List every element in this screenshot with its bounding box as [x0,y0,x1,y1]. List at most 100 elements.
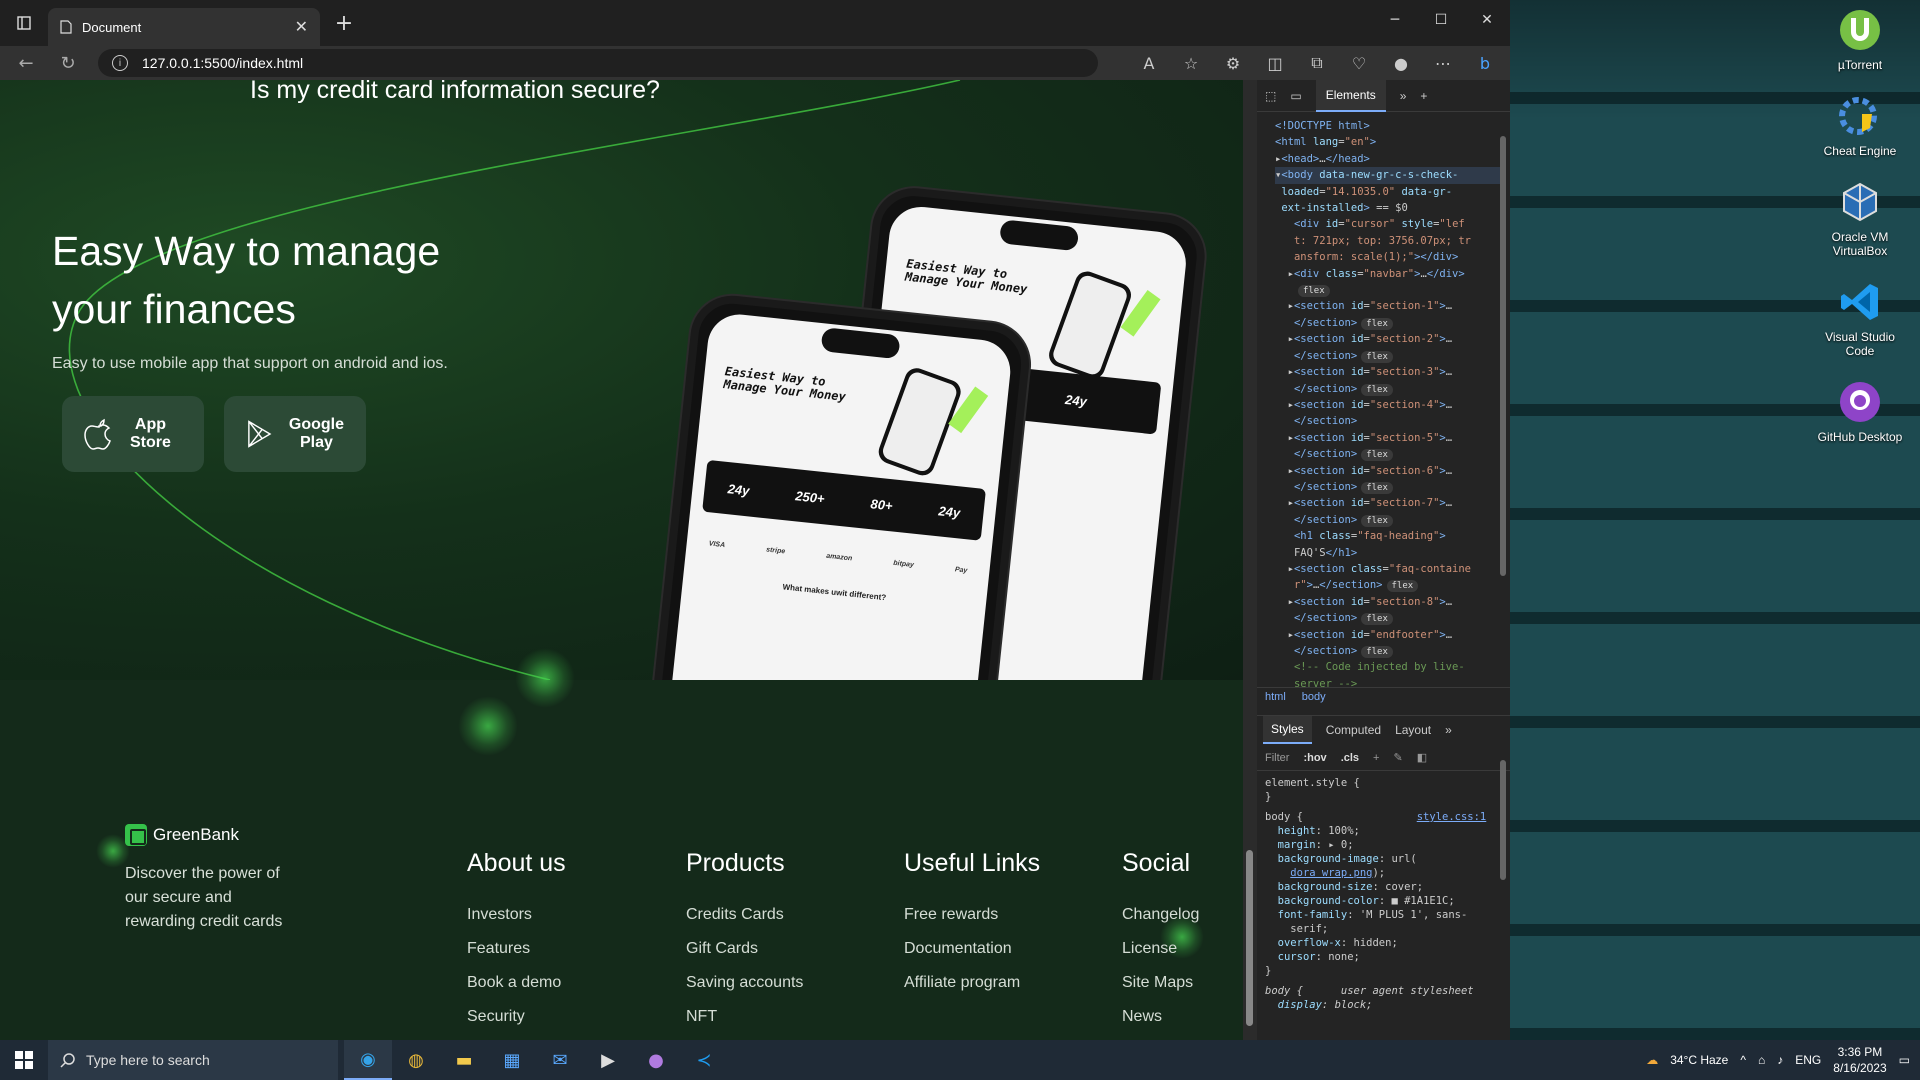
tab-elements[interactable]: Elements [1315,80,1386,112]
extensions-icon[interactable]: ⚙ [1222,54,1244,73]
dom-node[interactable]: ▸<section id="section-3">… [1275,364,1504,380]
taskbar-github-desktop[interactable]: ● [632,1040,680,1080]
styles-filter-input[interactable]: Filter [1265,752,1289,764]
dom-node[interactable]: <!-- Code injected by live- [1275,659,1504,675]
back-icon[interactable]: ← [14,53,38,74]
more-subtabs-icon[interactable]: » [1445,723,1452,737]
dom-node[interactable]: ▸<section id="section-2">… [1275,331,1504,347]
split-screen-icon[interactable]: ◫ [1264,54,1286,73]
taskbar-search[interactable]: Type here to search [48,1040,338,1080]
css-declaration[interactable]: background-size: cover; [1265,880,1505,894]
site-info-icon[interactable]: i [112,55,128,71]
dom-node[interactable]: ▸<section id="section-1">… [1275,298,1504,314]
tray-chevron-icon[interactable]: ^ [1740,1053,1746,1067]
footer-brand[interactable]: GreenBank [125,824,239,846]
minimize-icon[interactable]: ─ [1372,0,1418,40]
taskbar-chrome[interactable]: ◍ [392,1040,440,1080]
css-rule[interactable]: element.style { [1265,776,1505,790]
flex-badge[interactable]: flex [1361,646,1393,658]
desktop-icon-cheat-engine[interactable]: Cheat Engine [1814,92,1906,158]
footer-link[interactable]: Gift Cards [686,937,856,961]
dom-node[interactable]: ▸<section id="section-5">… [1275,430,1504,446]
footer-link[interactable]: News [1122,1005,1232,1029]
footer-link[interactable]: Documentation [904,937,1044,961]
new-rule-icon[interactable]: + [1373,752,1379,764]
paint-icon[interactable]: ✎ [1393,751,1402,764]
taskbar-store[interactable]: ▦ [488,1040,536,1080]
flex-badge[interactable]: flex [1386,580,1419,593]
dom-node[interactable]: <h1 class="faq-heading"> [1275,528,1504,544]
weather-icon[interactable]: ☁ [1646,1053,1658,1067]
flex-badge[interactable]: flex [1361,514,1393,527]
favorite-star-icon[interactable]: ☆ [1180,54,1202,73]
google-play-button[interactable]: Google Play [224,396,366,472]
hov-toggle[interactable]: :hov [1303,752,1326,764]
flex-badge[interactable]: flex [1361,383,1393,396]
footer-link[interactable]: Features [467,937,627,961]
css-declaration[interactable]: overflow-x: hidden; [1265,936,1505,950]
footer-link[interactable]: Affiliate program [904,971,1044,995]
css-declaration[interactable]: display: block; [1265,998,1505,1012]
breadcrumb-item[interactable]: body [1302,691,1326,704]
dom-node[interactable]: <!DOCTYPE html> [1275,118,1504,134]
footer-link[interactable]: Investors [467,903,627,927]
language-indicator[interactable]: ENG [1795,1053,1821,1067]
css-rule[interactable]: body { user agent stylesheet [1265,984,1505,998]
stylesheet-link[interactable]: style.css:1 [1417,811,1487,823]
css-rule[interactable]: body { style.css:1 [1265,810,1505,824]
tab-layout[interactable]: Layout [1395,723,1431,737]
weather-text[interactable]: 34°C Haze [1670,1053,1728,1067]
footer-link[interactable]: Free rewards [904,903,1044,927]
page-scrollbar-thumb[interactable] [1246,850,1253,1026]
css-declaration[interactable]: height: 100%; [1265,824,1505,838]
collections-icon[interactable]: ⧉ [1306,53,1328,73]
footer-link[interactable]: License [1122,937,1232,961]
footer-link[interactable]: Security [467,1005,627,1029]
network-icon[interactable]: ⌂ [1758,1053,1765,1067]
inspect-icon[interactable]: ⬚ [1265,89,1276,103]
browser-tab[interactable]: Document ✕ [48,8,320,46]
styles-scrollbar-thumb[interactable] [1500,760,1506,880]
dom-node[interactable]: ▸<section id="endfooter">… [1275,627,1504,643]
dom-scrollbar-thumb[interactable] [1500,136,1506,576]
flex-badge[interactable]: flex [1361,350,1393,363]
flex-badge[interactable]: flex [1297,285,1330,298]
dom-node[interactable]: <div id="cursor" style="lef [1275,216,1504,232]
tab-actions-button[interactable] [0,0,48,46]
taskbar-file-explorer[interactable]: ▬ [440,1040,488,1080]
dom-node[interactable]: ▸<section id="section-6">… [1275,463,1504,479]
address-bar[interactable]: i 127.0.0.1:5500/index.html [98,49,1098,77]
start-button[interactable] [0,1040,48,1080]
more-tabs-icon[interactable]: » [1400,89,1407,103]
css-declaration[interactable]: background-image: url( [1265,852,1505,866]
flex-badge[interactable]: flex [1361,317,1393,330]
tab-computed[interactable]: Computed [1326,723,1381,737]
flex-badge[interactable]: flex [1361,449,1393,462]
desktop-icon-github-desktop[interactable]: GitHub Desktop [1814,378,1906,444]
desktop-icon-utorrent[interactable]: µTorrent [1814,6,1906,72]
flex-badge[interactable]: flex [1361,613,1393,626]
tab-close-icon[interactable]: ✕ [295,17,308,37]
css-declaration[interactable]: font-family: 'M PLUS 1', sans- [1265,908,1505,922]
performance-icon[interactable]: ♡ [1348,54,1370,73]
breadcrumb-item[interactable]: html [1265,691,1286,704]
add-tab-icon[interactable]: + [1420,89,1427,103]
footer-link[interactable]: NFT [686,1005,856,1029]
volume-icon[interactable]: ♪ [1777,1053,1783,1067]
dom-node[interactable]: ▸<div class="navbar">…</div> [1275,266,1504,282]
tab-styles[interactable]: Styles [1263,715,1312,744]
taskbar-mail[interactable]: ✉ [536,1040,584,1080]
refresh-icon[interactable]: ↻ [56,53,80,74]
copilot-icon[interactable]: b [1474,54,1496,73]
dom-node[interactable]: ▸<head>…</head> [1275,151,1504,167]
dom-node[interactable]: ▸<section id="section-7">… [1275,495,1504,511]
app-store-button[interactable]: App Store [62,396,204,472]
device-toggle-icon[interactable]: ▭ [1290,89,1301,103]
footer-link[interactable]: Site Maps [1122,971,1232,995]
desktop-icon-vscode[interactable]: Visual Studio Code [1814,278,1906,358]
footer-link[interactable]: Saving accounts [686,971,856,995]
dom-node-selected[interactable]: ▾<body data-new-gr-c-s-check- [1275,167,1504,184]
footer-link[interactable]: Book a demo [467,971,627,995]
maximize-icon[interactable]: ☐ [1418,0,1464,40]
notifications-icon[interactable]: ▭ [1899,1053,1910,1067]
